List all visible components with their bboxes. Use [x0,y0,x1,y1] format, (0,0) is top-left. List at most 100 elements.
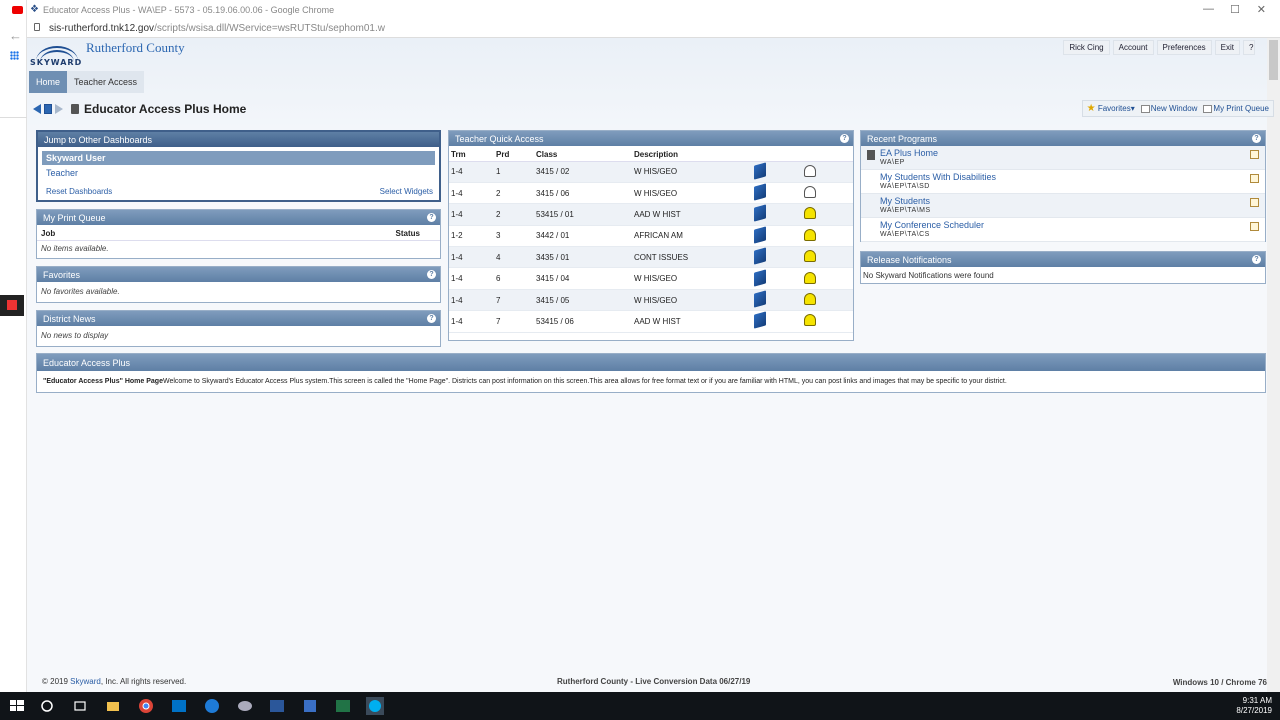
gradebook-icon[interactable] [754,247,766,265]
select-widgets-link[interactable]: Select Widgets [380,187,433,196]
app-icon-2[interactable] [301,697,319,715]
recent-program-item[interactable]: EA Plus Home WA\EP [861,146,1265,170]
table-row[interactable]: 1-2 3 3442 / 01 AFRICAN AM [449,225,853,248]
open-new-window-icon[interactable] [1250,150,1259,159]
tab-teacher-access[interactable]: Teacher Access [67,71,145,93]
record-button[interactable] [0,295,24,316]
help-icon[interactable]: ? [840,134,849,143]
cell-class: 3415 / 02 [534,161,632,183]
gradebook-icon[interactable] [754,290,766,308]
windows-start-icon[interactable] [8,697,26,715]
open-new-window-icon[interactable] [1250,198,1259,207]
top-links: Rick Cing Account Preferences Exit ? [1063,40,1255,55]
cell-prd: 2 [494,182,534,205]
new-window-button[interactable]: New Window [1140,104,1197,113]
notification-bell-icon[interactable] [804,293,816,306]
apps-grid-icon[interactable] [10,51,19,60]
file-explorer-icon[interactable] [104,697,122,715]
recent-program-item[interactable]: My Students With Disabilities WA\EP\TA\SD [861,170,1265,194]
cell-class: 3415 / 06 [534,182,632,205]
table-row[interactable]: 1-4 7 3415 / 05 W HIS/GEO [449,289,853,312]
recent-programs-panel: Recent Programs? EA Plus Home WA\EP My St… [860,130,1266,242]
col-description: Description [632,146,752,162]
back-arrow-icon[interactable]: ← [9,28,22,43]
open-new-window-icon[interactable] [1250,174,1259,183]
table-row[interactable]: 1-4 2 53415 / 01 AAD W HIST [449,203,853,226]
gradebook-icon[interactable] [754,204,766,223]
cell-trm: 1-4 [449,289,494,312]
notification-bell-icon[interactable] [804,314,816,327]
favorites-menu[interactable]: ★ Favorites▾ [1087,103,1135,114]
help-icon[interactable]: ? [1243,40,1255,55]
task-view-icon[interactable] [71,697,89,715]
table-row[interactable]: 1-4 1 3415 / 02 W HIS/GEO [449,161,853,183]
notification-bell-icon[interactable] [804,164,816,177]
forward-nav-icon[interactable] [55,104,63,114]
search-icon[interactable] [38,697,56,715]
notification-bell-icon[interactable] [804,186,816,199]
notification-bell-icon[interactable] [804,207,816,220]
educator-access-plus-panel: Educator Access Plus "Educator Access Pl… [36,353,1266,393]
gradebook-icon[interactable] [754,269,766,287]
help-icon[interactable]: ? [1252,134,1261,143]
table-row[interactable]: 1-4 2 3415 / 06 W HIS/GEO [449,182,853,205]
divider [0,117,27,118]
excel-icon[interactable] [334,697,352,715]
account-link[interactable]: Account [1112,40,1154,55]
footer: © 2019 Skyward, Inc. All rights reserved… [42,677,1267,687]
gradebook-icon[interactable] [754,162,766,180]
recent-program-item[interactable]: My Students WA\EP\TA\MS [861,194,1265,218]
cell-trm: 1-4 [449,246,494,269]
cell-trm: 1-2 [449,225,494,248]
word-icon[interactable] [268,697,286,715]
skype-icon[interactable] [366,697,384,715]
col-status: Status [395,229,420,238]
scrollbar[interactable] [1267,38,1280,692]
skyward-link[interactable]: Skyward [70,677,101,686]
cell-class: 3415 / 05 [534,289,632,312]
back-nav-icon[interactable] [33,104,41,114]
dashboard-option-teacher[interactable]: Teacher [42,167,435,179]
print-queue-button[interactable]: My Print Queue [1203,104,1269,113]
table-row[interactable]: 1-4 4 3435 / 01 CONT ISSUES [449,246,853,269]
user-name-link[interactable]: Rick Cing [1063,40,1110,55]
open-new-window-icon[interactable] [1250,222,1259,231]
minimize-icon[interactable]: — [1203,3,1214,15]
skyward-logo[interactable]: SKYWARD [30,41,82,69]
table-row[interactable]: 1-4 7 53415 / 06 AAD W HIST [449,310,853,333]
help-icon[interactable]: ? [1252,255,1261,264]
page-tools: ★ Favorites▾ New Window My Print Queue [1081,100,1274,117]
tab-home[interactable]: Home [29,71,68,93]
url-text[interactable]: sis-rutherford.tnk12.gov/scripts/wsisa.d… [49,23,385,34]
release-notifications-panel: Release Notifications? No Skyward Notifi… [860,251,1266,284]
chrome-icon[interactable] [137,697,155,715]
dashboard-option-skyward-user[interactable]: Skyward User [42,151,435,165]
gradebook-icon[interactable] [754,311,766,330]
close-icon[interactable]: ✕ [1257,3,1266,16]
edge-icon[interactable] [203,697,221,715]
col-class: Class [534,146,632,162]
maximize-icon[interactable]: ☐ [1230,3,1240,16]
help-icon[interactable]: ? [427,213,436,222]
system-clock[interactable]: 9:31 AM 8/27/2019 [1236,696,1272,716]
preferences-link[interactable]: Preferences [1156,40,1212,55]
gradebook-icon[interactable] [754,183,766,201]
page-content: SKYWARD Rutherford County Rick Cing Acco… [27,38,1280,692]
exit-link[interactable]: Exit [1214,40,1240,55]
help-icon[interactable]: ? [427,270,436,279]
recent-program-item[interactable]: My Conference Scheduler WA\EP\TA\CS [861,218,1265,242]
history-dropdown-icon[interactable] [44,104,52,114]
help-icon[interactable]: ? [427,314,436,323]
app-icon[interactable] [236,697,254,715]
scrollbar-thumb[interactable] [1269,40,1278,80]
address-bar[interactable]: sis-rutherford.tnk12.gov/scripts/wsisa.d… [27,19,1280,38]
outlook-icon[interactable] [170,697,188,715]
table-row[interactable]: 1-4 6 3415 / 04 W HIS/GEO [449,267,853,290]
cell-trm: 1-4 [449,203,494,226]
notification-bell-icon[interactable] [804,228,816,241]
notification-bell-icon[interactable] [804,250,816,263]
gradebook-icon[interactable] [754,226,766,244]
main-nav: Home Teacher Access [29,71,145,93]
notification-bell-icon[interactable] [804,271,816,284]
reset-dashboards-link[interactable]: Reset Dashboards [46,187,112,196]
